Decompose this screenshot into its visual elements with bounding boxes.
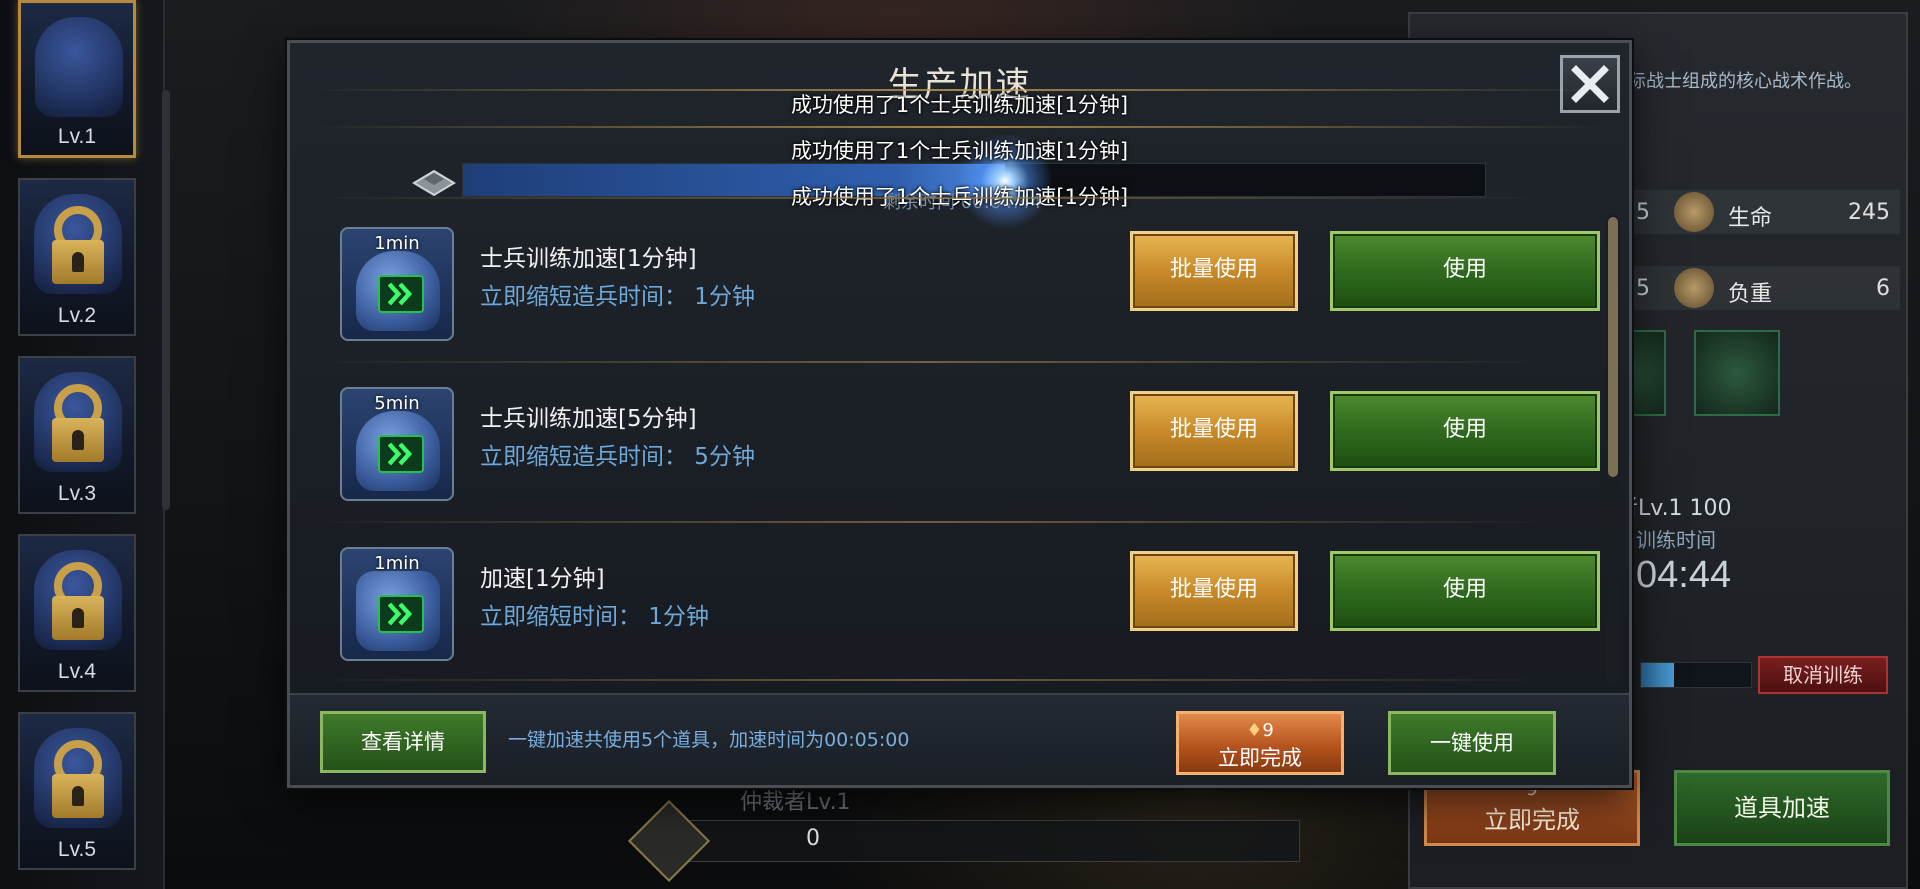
lock-icon (48, 562, 108, 642)
item-name: 士兵训练加速[1分钟] (480, 246, 697, 272)
unit-level: Lv.2 (57, 304, 97, 327)
heart-icon (1674, 192, 1714, 232)
unit-level: Lv.4 (57, 660, 97, 683)
train-progress-bar (1640, 662, 1752, 688)
complete-label: 立即完成 (1218, 746, 1302, 770)
item-accel-button[interactable]: 道具加速 (1674, 770, 1890, 846)
speedup-dialog: 生产加速 剩余时间 00:04:44 成功使用了1个士兵训练加速[1分钟] 成功… (287, 40, 1632, 788)
unit-level: Lv.5 (57, 838, 97, 861)
marine-portrait (35, 17, 123, 117)
use-button[interactable]: 使用 (1330, 231, 1600, 311)
load-value: 6 (1876, 276, 1890, 301)
bottom-unit-name: 仲裁者Lv.1 (740, 790, 851, 815)
speedup-item-icon: 1min (340, 227, 454, 341)
row2-partial-value: 5 (1636, 276, 1650, 301)
unit-description: 星际战士组成的核心战术作战。 (1610, 71, 1862, 92)
item-name: 加速[1分钟] (480, 566, 605, 592)
bottom-count-bar (660, 820, 1300, 862)
attack-value: 5 (1636, 200, 1650, 225)
item-list-scrollbar[interactable] (1606, 215, 1620, 685)
unit-card-lv3[interactable]: Lv.3 (18, 356, 136, 514)
unit-card-lv1[interactable]: Lv.1 (18, 0, 136, 158)
item-name: 士兵训练加速[5分钟] (480, 406, 697, 432)
onekey-use-button[interactable]: 一键使用 (1388, 711, 1556, 775)
load-label: 负重 (1728, 282, 1773, 307)
toast-message: 成功使用了1个士兵训练加速[1分钟] (790, 185, 1129, 209)
skill-tank-icon[interactable] (1694, 330, 1780, 416)
item-desc: 立即缩短造兵时间： 5分钟 (480, 444, 755, 470)
train-time-label: 训练时间 (1636, 528, 1716, 552)
lock-icon (48, 206, 108, 286)
batch-use-button[interactable]: 批量使用 (1130, 391, 1298, 471)
lock-icon (48, 384, 108, 464)
rifle-icon (627, 799, 711, 883)
use-button[interactable]: 使用 (1330, 551, 1600, 631)
item-duration: 1min (374, 553, 420, 574)
item-duration: 1min (374, 233, 420, 254)
unit-card-lv4[interactable]: Lv.4 (18, 534, 136, 692)
train-timer: 04:44 (1636, 554, 1732, 596)
speedup-item-icon: 5min (340, 387, 454, 501)
scale-icon (1674, 268, 1714, 308)
lock-icon (48, 740, 108, 820)
hp-value: 245 (1848, 200, 1890, 225)
view-details-button[interactable]: 查看详情 (320, 711, 486, 773)
toast-message: 成功使用了1个士兵训练加速[1分钟] (790, 139, 1129, 163)
list-item: 1min 加速[1分钟] 立即缩短时间： 1分钟 拥有:17 批量使用 使用 (290, 547, 1610, 697)
dialog-footer: 查看详情 一键加速共使用5个道具，加速时间为00:05:00 ♦9 立即完成 一… (290, 693, 1629, 785)
use-button[interactable]: 使用 (1330, 391, 1600, 471)
bottom-count: 0 (806, 826, 820, 851)
unit-card-lv2[interactable]: Lv.2 (18, 178, 136, 336)
list-item: 1min 士兵训练加速[1分钟] 立即缩短造兵时间： 1分钟 拥有:3 批量使用… (290, 227, 1610, 377)
item-duration: 5min (374, 393, 420, 414)
unit-level: Lv.1 (57, 125, 97, 148)
unit-list: Lv.1 Lv.2 Lv.3 Lv.4 Lv.5 (0, 0, 165, 889)
item-desc: 立即缩短造兵时间： 1分钟 (480, 284, 755, 310)
complete-cost: ♦9 (1246, 720, 1274, 741)
flame-icon: ♦ (1246, 720, 1263, 741)
bg-complete-label: 立即完成 (1484, 806, 1580, 834)
unit-list-scrollbar[interactable] (162, 90, 170, 510)
list-item: 5min 士兵训练加速[5分钟] 立即缩短造兵时间： 5分钟 拥有:5 批量使用… (290, 387, 1610, 537)
hp-label: 生命 (1728, 206, 1773, 231)
unit-level: Lv.3 (57, 482, 97, 505)
unit-card-lv5[interactable]: Lv.5 (18, 712, 136, 870)
item-desc: 立即缩短时间： 1分钟 (480, 604, 709, 630)
cancel-train-button[interactable]: 取消训练 (1758, 656, 1888, 694)
toast-message: 成功使用了1个士兵训练加速[1分钟] (790, 93, 1129, 117)
scroll-thumb[interactable] (1608, 217, 1618, 477)
onekey-summary: 一键加速共使用5个道具，加速时间为00:05:00 (508, 729, 910, 751)
instant-complete-button[interactable]: ♦9 立即完成 (1176, 711, 1344, 775)
speedup-item-icon: 1min (340, 547, 454, 661)
batch-use-button[interactable]: 批量使用 (1130, 231, 1298, 311)
batch-use-button[interactable]: 批量使用 (1130, 551, 1298, 631)
